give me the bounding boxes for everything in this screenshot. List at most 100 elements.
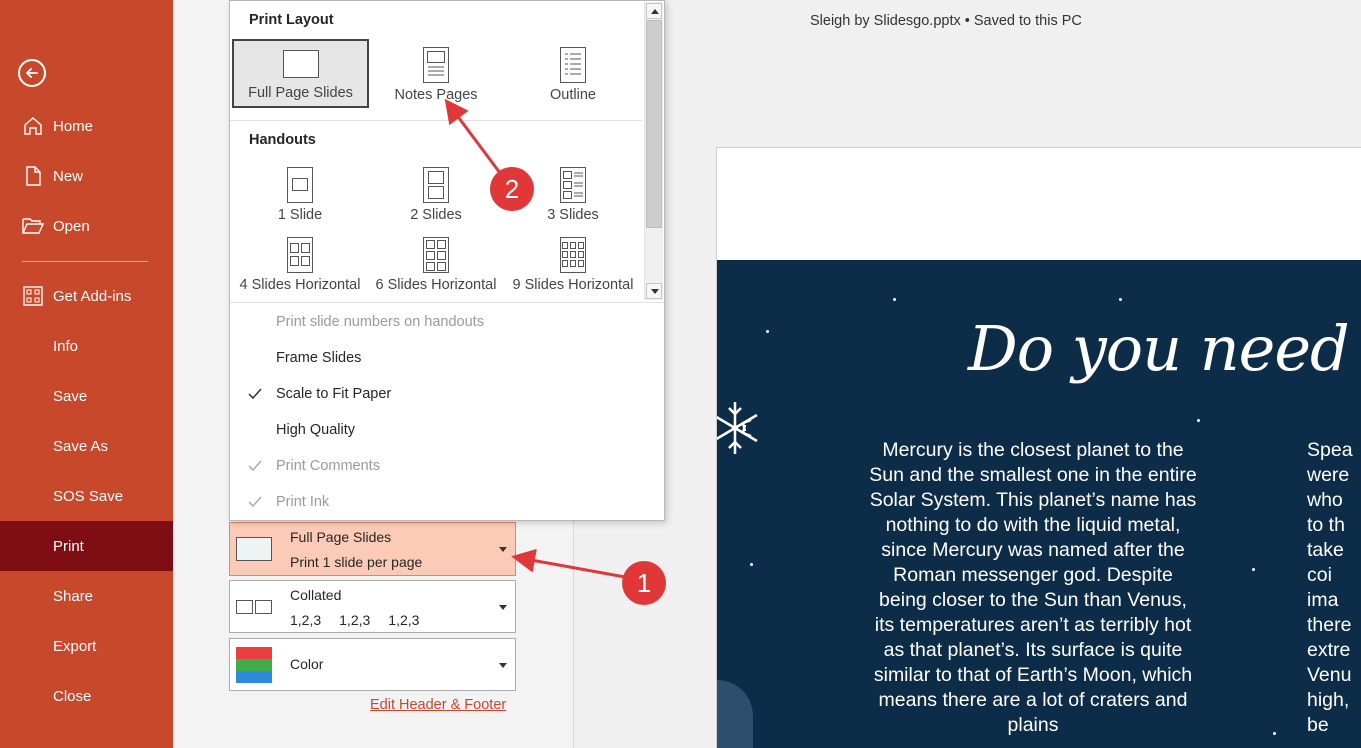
menu-print-slide-numbers[interactable]: Print slide numbers on handouts xyxy=(276,314,484,330)
sidebar-item-close[interactable]: Close xyxy=(0,671,173,721)
sidebar-item-get-add-ins[interactable]: Get Add-ins xyxy=(0,271,173,321)
star-dot xyxy=(1273,732,1276,735)
sidebar-item-sos-save[interactable]: SOS Save xyxy=(0,471,173,521)
sidebar-item-print[interactable]: Print xyxy=(0,521,173,571)
handout-9-slides-horizontal[interactable]: 9 Slides Horizontal xyxy=(500,231,646,295)
sidebar-item-export[interactable]: Export xyxy=(0,621,173,671)
handout-4-slides-icon xyxy=(287,237,313,273)
handout-4-slides-horizontal[interactable]: 4 Slides Horizontal xyxy=(226,231,374,295)
edit-header-footer-link[interactable]: Edit Header & Footer xyxy=(370,697,506,713)
checkmark-icon xyxy=(248,460,262,472)
handout-2-slides-icon xyxy=(423,167,449,203)
back-arrow-icon[interactable] xyxy=(18,59,46,87)
cloud-shape xyxy=(717,680,753,748)
annotation-badge-2: 2 xyxy=(490,167,534,211)
new-file-icon xyxy=(22,165,44,187)
sidebar-item-save[interactable]: Save xyxy=(0,371,173,421)
option-label: 3 Slides xyxy=(547,207,599,223)
layout-title: Full Page Slides xyxy=(290,529,392,545)
collation-dropdown[interactable]: Collated 1,2,3 1,2,3 1,2,3 xyxy=(229,580,516,633)
option-label: 1 Slide xyxy=(277,207,323,223)
option-label: Notes Pages xyxy=(394,87,478,103)
collate-seq-2: 1,2,3 xyxy=(339,612,371,628)
star-dot xyxy=(1197,419,1200,422)
star-dot xyxy=(750,563,753,566)
option-label: 4 Slides Horizontal xyxy=(239,277,361,293)
star-dot xyxy=(893,298,896,301)
scroll-up-button[interactable] xyxy=(646,3,662,19)
menu-print-ink[interactable]: Print Ink xyxy=(276,494,329,510)
menu-frame-slides[interactable]: Frame Slides xyxy=(276,350,361,366)
chevron-down-icon xyxy=(499,663,507,668)
color-title: Color xyxy=(290,656,324,672)
scroll-thumb[interactable] xyxy=(646,20,662,228)
star-dot xyxy=(1119,298,1122,301)
print-layout-dropdown[interactable]: Full Page Slides Print 1 slide per page xyxy=(229,522,516,576)
print-layout-header: Print Layout xyxy=(249,12,334,28)
option-label: Full Page Slides xyxy=(248,85,353,101)
sidebar-item-share[interactable]: Share xyxy=(0,571,173,621)
sidebar-item-home[interactable]: Home xyxy=(0,101,173,151)
slide-body-text-right: Spea were who to th take coi ima there e… xyxy=(1307,439,1353,736)
slide-preview: Do you need long Mercury is the closest … xyxy=(716,260,1361,748)
handout-1-slide[interactable]: 1 Slide xyxy=(232,161,368,225)
handout-2-slides[interactable]: 2 Slides xyxy=(368,161,504,225)
layout-scrollbar[interactable] xyxy=(644,2,663,300)
checkmark-icon xyxy=(248,388,262,400)
sidebar-item-label: Info xyxy=(53,337,79,355)
checkmark-icon xyxy=(248,496,262,508)
collate-seq-3: 1,2,3 xyxy=(388,612,420,628)
handout-6-slides-horizontal[interactable]: 6 Slides Horizontal xyxy=(363,231,509,295)
sidebar-item-label: Save As xyxy=(53,437,109,455)
layout-full-page-slides[interactable]: Full Page Slides xyxy=(232,39,369,108)
handouts-header: Handouts xyxy=(249,132,316,148)
color-swatch-icon xyxy=(236,647,272,683)
layout-subtitle: Print 1 slide per page xyxy=(290,554,423,570)
sidebar-item-label: Close xyxy=(53,687,92,705)
triangle-down-icon xyxy=(651,289,659,294)
option-label: 2 Slides xyxy=(410,207,462,223)
collate-sequence: 1,2,3 1,2,3 1,2,3 xyxy=(290,612,419,628)
preview-page-header xyxy=(716,147,1361,260)
color-dropdown[interactable]: Color xyxy=(229,638,516,691)
annotation-badge-1: 1 xyxy=(622,561,666,605)
snowflake-icon xyxy=(717,400,759,461)
sidebar-item-label: Export xyxy=(53,637,97,655)
collate-title: Collated xyxy=(290,587,342,603)
sidebar-item-label: SOS Save xyxy=(53,487,124,505)
sidebar-item-label: Open xyxy=(53,217,90,235)
option-label: Outline xyxy=(550,87,596,103)
sidebar-item-save-as[interactable]: Save As xyxy=(0,421,173,471)
handout-9-slides-icon xyxy=(560,237,586,273)
option-label: 9 Slides Horizontal xyxy=(512,277,634,293)
sidebar-item-label: Save xyxy=(53,387,88,405)
scroll-down-button[interactable] xyxy=(646,283,662,299)
collated-pages-icon xyxy=(236,595,272,619)
handout-6-slides-icon xyxy=(423,237,449,273)
full-page-slide-icon xyxy=(282,50,319,78)
layout-outline[interactable]: Outline xyxy=(505,41,641,105)
sidebar-item-info[interactable]: Info xyxy=(0,321,173,371)
chevron-down-icon xyxy=(499,605,507,610)
document-title: Sleigh by Slidesgo.pptx • Saved to this … xyxy=(810,13,1082,29)
sidebar-item-open[interactable]: Open xyxy=(0,201,173,251)
sidebar-divider xyxy=(22,261,148,262)
sidebar-item-new[interactable]: New xyxy=(0,151,173,201)
chevron-down-icon xyxy=(499,547,507,552)
sidebar-item-label: Home xyxy=(53,117,94,135)
menu-print-comments[interactable]: Print Comments xyxy=(276,458,380,474)
collate-seq-1: 1,2,3 xyxy=(290,612,322,628)
handout-1-slide-icon xyxy=(287,167,313,203)
layout-notes-pages[interactable]: Notes Pages xyxy=(368,41,504,105)
backstage-sidebar: Home New Open Get Add-ins Info Save Save… xyxy=(0,0,173,748)
star-dot xyxy=(766,330,769,333)
menu-scale-to-fit[interactable]: Scale to Fit Paper xyxy=(276,386,391,402)
sidebar-item-label: Share xyxy=(53,587,94,605)
menu-high-quality[interactable]: High Quality xyxy=(276,422,355,438)
sidebar-item-label: New xyxy=(53,167,84,185)
slide-body-text: Mercury is the closest planet to the Sun… xyxy=(869,439,1197,736)
triangle-up-icon xyxy=(651,9,659,14)
folder-open-icon xyxy=(22,215,44,237)
outline-page-icon xyxy=(560,47,586,83)
print-layout-popup: Print Layout Full Page Slides Notes Page… xyxy=(229,0,665,521)
